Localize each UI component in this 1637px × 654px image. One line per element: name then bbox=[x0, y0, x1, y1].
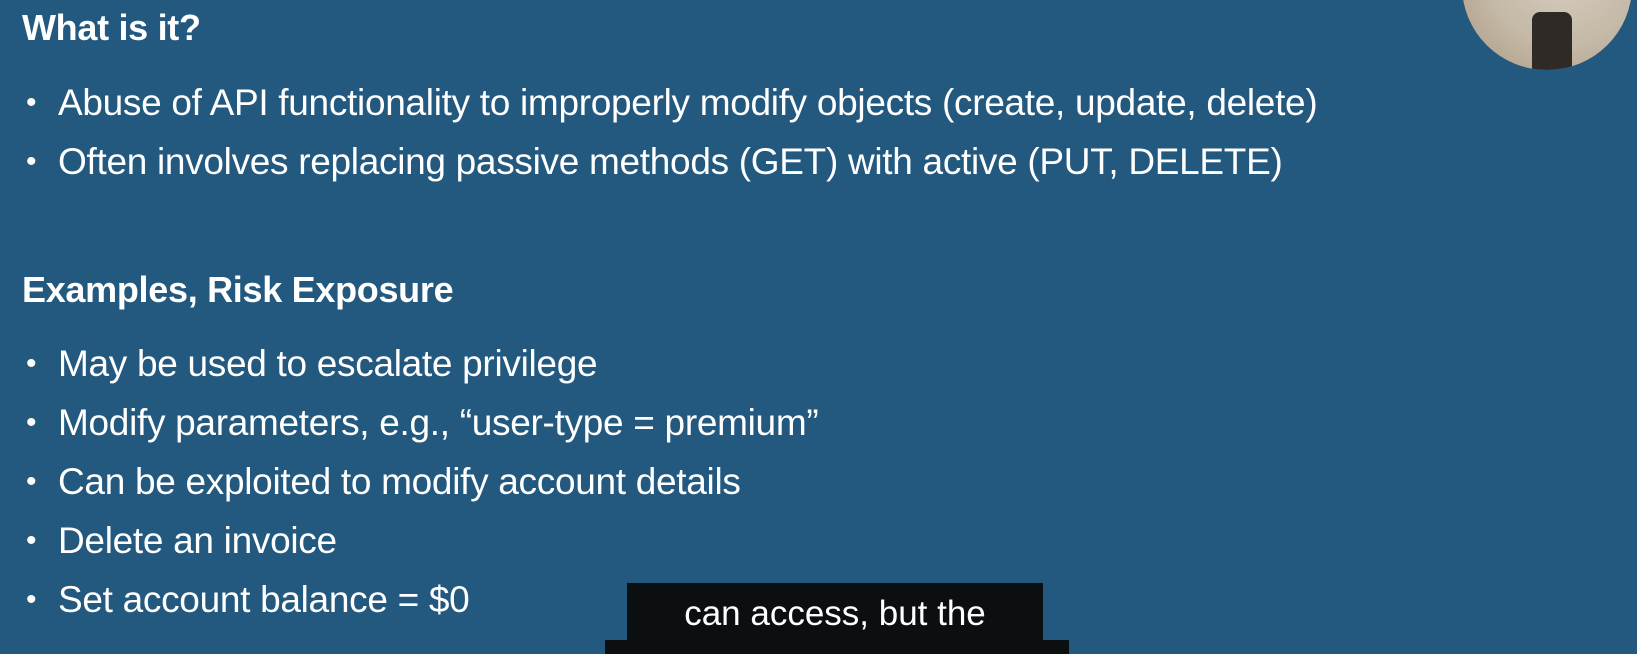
bullet-text: Abuse of API functionality to improperly… bbox=[58, 82, 1318, 123]
section-heading-examples-risk-exposure: Examples, Risk Exposure bbox=[22, 269, 454, 310]
caption-text: can access, but the bbox=[684, 594, 986, 633]
bullet-item: • Delete an invoice bbox=[22, 511, 818, 570]
bullet-text: Set account balance = $0 bbox=[58, 579, 470, 620]
bullet-dot-icon: • bbox=[26, 465, 37, 498]
subtitle-caption: can access, but the bbox=[627, 583, 1043, 645]
section-heading-what-is-it: What is it? bbox=[22, 7, 201, 48]
presenter-webcam-thumbnail bbox=[1462, 0, 1632, 70]
bullet-text: May be used to escalate privilege bbox=[58, 343, 598, 384]
bullet-text: Can be exploited to modify account detai… bbox=[58, 461, 741, 502]
bullet-item: • Often involves replacing passive metho… bbox=[22, 132, 1317, 191]
bullet-item: • Can be exploited to modify account det… bbox=[22, 452, 818, 511]
bullet-item: • May be used to escalate privilege bbox=[22, 334, 818, 393]
bullet-dot-icon: • bbox=[26, 347, 37, 380]
slide: What is it? • Abuse of API functionality… bbox=[0, 0, 1637, 654]
bullet-text: Often involves replacing passive methods… bbox=[58, 141, 1283, 182]
bullet-dot-icon: • bbox=[26, 406, 37, 439]
bullet-text: Modify parameters, e.g., “user-type = pr… bbox=[58, 402, 819, 443]
bullet-dot-icon: • bbox=[26, 583, 37, 616]
bullet-list-what-is-it: • Abuse of API functionality to improper… bbox=[22, 73, 1318, 191]
bullet-dot-icon: • bbox=[26, 524, 37, 557]
bullet-item: • Abuse of API functionality to improper… bbox=[22, 73, 1318, 132]
presenter-collar bbox=[1532, 12, 1572, 70]
bullet-dot-icon: • bbox=[26, 86, 37, 119]
bullet-dot-icon: • bbox=[26, 145, 37, 178]
bullet-item: • Modify parameters, e.g., “user-type = … bbox=[22, 393, 819, 452]
bullet-text: Delete an invoice bbox=[58, 520, 337, 561]
